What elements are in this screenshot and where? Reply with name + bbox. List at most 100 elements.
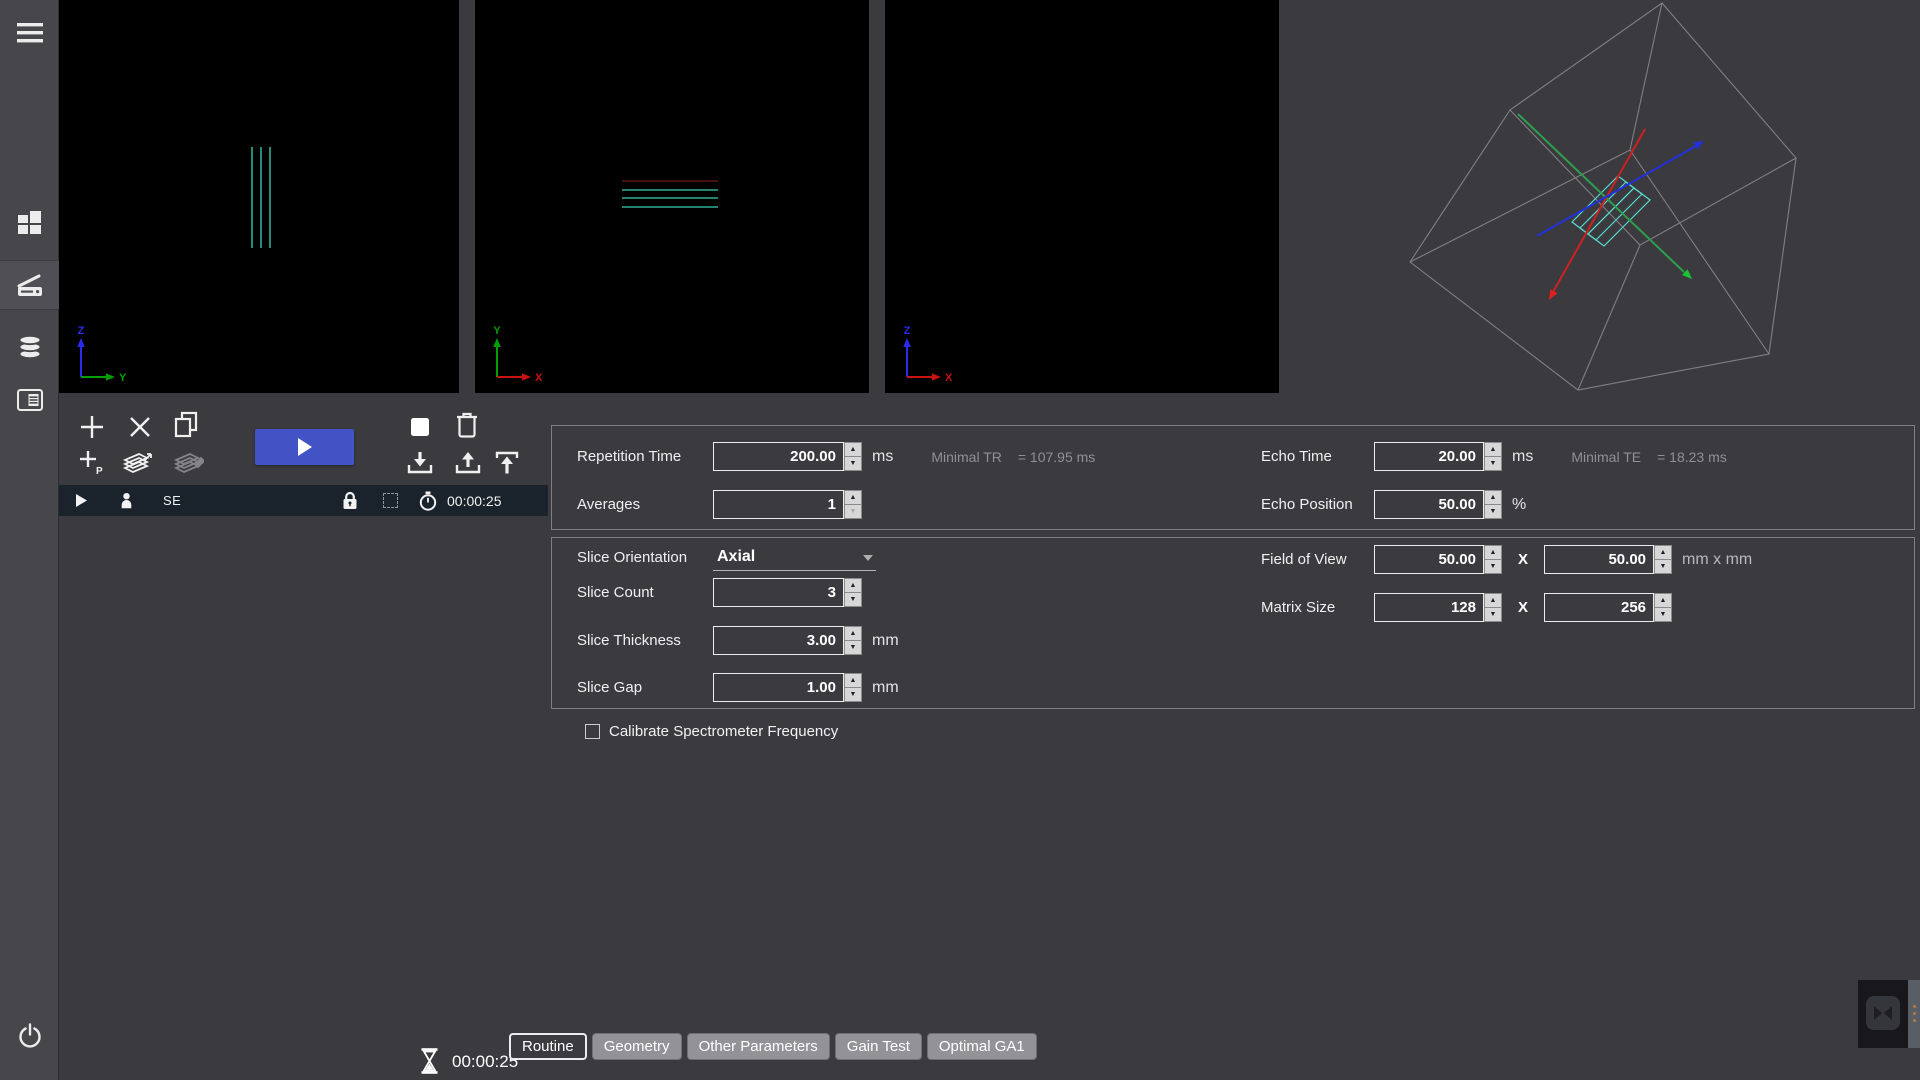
- svg-text:Y: Y: [119, 372, 127, 384]
- slice-count-label: Slice Count: [577, 584, 713, 601]
- echo-position-unit: %: [1512, 496, 1526, 514]
- power-icon[interactable]: [0, 1011, 59, 1061]
- chevron-down-icon: [863, 555, 873, 561]
- geometry-3d-view[interactable]: [1280, 0, 1920, 400]
- tab-gain-test[interactable]: Gain Test: [835, 1033, 922, 1060]
- repetition-time-row: Repetition Time ▲▼ ms Minimal TR= 107.95…: [577, 442, 1095, 471]
- slice-thickness-label: Slice Thickness: [577, 632, 713, 649]
- matrix-separator: X: [1518, 599, 1528, 616]
- slice-orientation-label: Slice Orientation: [577, 549, 713, 566]
- sequence-duration: 00:00:25: [447, 485, 502, 516]
- checkbox-unchecked[interactable]: [585, 724, 600, 739]
- fov-x-stepper[interactable]: ▲▼: [1484, 545, 1502, 574]
- dashboard-icon[interactable]: [0, 198, 59, 248]
- axes-indicator-zy: Z Y: [65, 323, 149, 389]
- field-of-view-label: Field of View: [1261, 551, 1374, 568]
- echo-position-input[interactable]: [1374, 490, 1484, 519]
- repetition-time-input[interactable]: [713, 442, 844, 471]
- calibrate-frequency-label: Calibrate Spectrometer Frequency: [609, 723, 838, 740]
- axis-arrow-red: [1549, 129, 1645, 300]
- tab-other-parameters[interactable]: Other Parameters: [687, 1033, 830, 1060]
- slice-viewport-zy[interactable]: Z Y: [59, 0, 459, 393]
- lock-icon[interactable]: [342, 485, 358, 516]
- slice-orientation-row: Slice Orientation Axial: [577, 543, 876, 572]
- tab-routine[interactable]: Routine: [509, 1033, 587, 1060]
- sequence-list-item[interactable]: SE 00:00:25: [59, 485, 548, 516]
- timing-panel: Repetition Time ▲▼ ms Minimal TR= 107.95…: [551, 425, 1915, 530]
- slice-gap-input[interactable]: [713, 673, 844, 702]
- slice-thickness-input[interactable]: [713, 626, 844, 655]
- svg-text:Y: Y: [493, 325, 501, 337]
- slice-gap-unit: mm: [872, 679, 899, 697]
- trash-icon[interactable]: [450, 408, 484, 442]
- parameter-tabs: Routine Geometry Other Parameters Gain T…: [509, 1033, 1037, 1060]
- hourglass-icon: [420, 1048, 439, 1079]
- svg-text:Z: Z: [78, 325, 85, 337]
- averages-input[interactable]: [713, 490, 844, 519]
- run-sequence-button[interactable]: [255, 429, 354, 465]
- echo-time-unit: ms: [1512, 448, 1533, 466]
- upload-top-icon[interactable]: [490, 446, 524, 480]
- geometry-panel: Slice Orientation Axial Slice Count ▲▼ S…: [551, 537, 1915, 709]
- slice-orientation-select[interactable]: Axial: [713, 544, 876, 571]
- fov-y-input[interactable]: [1544, 545, 1654, 574]
- tab-optimal-ga1[interactable]: Optimal GA1: [927, 1033, 1037, 1060]
- slice-thickness-unit: mm: [872, 632, 899, 650]
- axes-indicator-zx: Z X: [891, 323, 975, 389]
- echo-time-stepper[interactable]: ▲▼: [1484, 442, 1502, 471]
- averages-stepper[interactable]: ▲▼: [844, 490, 862, 519]
- matrix-x-input[interactable]: [1374, 593, 1484, 622]
- database-icon[interactable]: [0, 322, 59, 372]
- copy-icon[interactable]: [169, 408, 203, 442]
- upload-icon[interactable]: [451, 446, 485, 480]
- tab-geometry[interactable]: Geometry: [592, 1033, 682, 1060]
- slice-orientation-value: Axial: [713, 548, 755, 566]
- slice-gap-stepper[interactable]: ▲▼: [844, 673, 862, 702]
- svg-text:X: X: [535, 372, 543, 384]
- averages-label: Averages: [577, 496, 713, 513]
- matrix-y-stepper[interactable]: ▲▼: [1654, 593, 1672, 622]
- repetition-time-label: Repetition Time: [577, 448, 713, 465]
- news-card-icon[interactable]: [0, 375, 59, 425]
- slice-thickness-stepper[interactable]: ▲▼: [844, 626, 862, 655]
- axes-indicator-yx: Y X: [481, 323, 565, 389]
- fov-x-input[interactable]: [1374, 545, 1484, 574]
- field-of-view-row: Field of View ▲▼ X ▲▼ mm x mm: [1261, 545, 1752, 574]
- download-icon[interactable]: [403, 446, 437, 480]
- slice-viewport-zx[interactable]: Z X: [885, 0, 1279, 393]
- svg-text:P: P: [96, 466, 103, 476]
- add-protocol-icon[interactable]: P: [75, 446, 109, 480]
- svg-text:Z: Z: [904, 325, 911, 337]
- slice-gap-row: Slice Gap ▲▼ mm: [577, 673, 899, 702]
- echo-time-input[interactable]: [1374, 442, 1484, 471]
- minimal-tr-hint: Minimal TR= 107.95 ms: [931, 449, 1095, 465]
- matrix-size-row: Matrix Size ▲▼ X ▲▼: [1261, 593, 1672, 622]
- support-widget: [1858, 980, 1920, 1048]
- stop-icon[interactable]: [403, 410, 437, 444]
- matrix-x-stepper[interactable]: ▲▼: [1484, 593, 1502, 622]
- support-chat-icon[interactable]: [1866, 996, 1900, 1030]
- slice-count-input[interactable]: [713, 578, 844, 607]
- add-icon[interactable]: [75, 410, 109, 444]
- echo-position-stepper[interactable]: ▲▼: [1484, 490, 1502, 519]
- minimal-te-hint: Minimal TE= 18.23 ms: [1571, 449, 1726, 465]
- slice-viewport-yx[interactable]: Y X: [475, 0, 869, 393]
- scanner-icon[interactable]: [0, 260, 59, 310]
- menu-icon[interactable]: [0, 8, 59, 58]
- matrix-size-label: Matrix Size: [1261, 599, 1374, 616]
- fov-y-stepper[interactable]: ▲▼: [1654, 545, 1672, 574]
- person-icon: [121, 485, 132, 516]
- selection-region-icon[interactable]: [383, 485, 398, 516]
- averages-row: Averages ▲▼: [577, 490, 862, 519]
- calibrate-frequency-checkbox-row[interactable]: Calibrate Spectrometer Frequency: [585, 723, 838, 740]
- echo-position-label: Echo Position: [1261, 496, 1374, 513]
- mri-console-app: Z Y Y X Z X: [0, 0, 1920, 1080]
- slice-count-stepper[interactable]: ▲▼: [844, 578, 862, 607]
- layers-run-icon[interactable]: [121, 446, 155, 480]
- sequence-play-icon[interactable]: [76, 485, 87, 516]
- fov-separator: X: [1518, 551, 1528, 568]
- delete-icon[interactable]: [123, 410, 157, 444]
- repetition-time-stepper[interactable]: ▲▼: [844, 442, 862, 471]
- matrix-y-input[interactable]: [1544, 593, 1654, 622]
- widget-handle[interactable]: [1908, 980, 1920, 1048]
